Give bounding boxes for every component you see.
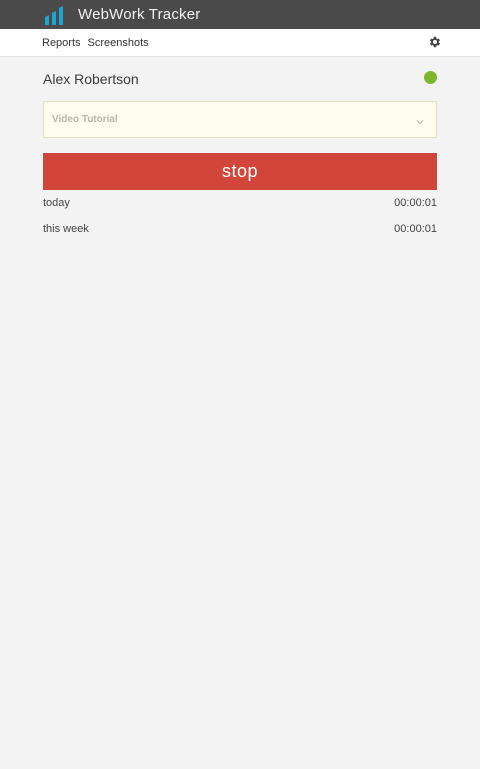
stat-label: today bbox=[43, 197, 70, 209]
stat-value: 00:00:01 bbox=[394, 223, 437, 235]
menu-item-reports[interactable]: Reports bbox=[42, 37, 81, 49]
project-select[interactable]: Video Tutorial bbox=[43, 101, 437, 138]
menu-bar: Reports Screenshots bbox=[0, 29, 480, 57]
user-row: Alex Robertson bbox=[43, 57, 437, 101]
stop-button[interactable]: stop bbox=[43, 153, 437, 190]
stat-row-today: today 00:00:01 bbox=[43, 190, 437, 216]
title-bar: WebWork Tracker bbox=[0, 0, 480, 29]
gear-icon[interactable] bbox=[428, 35, 442, 49]
project-selected-value: Video Tutorial bbox=[52, 114, 118, 125]
main-content: Alex Robertson Video Tutorial stop today… bbox=[0, 57, 480, 242]
webwork-logo-icon bbox=[44, 5, 66, 25]
chevron-down-icon bbox=[415, 114, 425, 125]
app-title: WebWork Tracker bbox=[78, 6, 201, 23]
user-name: Alex Robertson bbox=[43, 71, 139, 87]
stat-label: this week bbox=[43, 223, 89, 235]
stat-row-this-week: this week 00:00:01 bbox=[43, 216, 437, 242]
online-status-indicator bbox=[424, 71, 437, 84]
menu-item-screenshots[interactable]: Screenshots bbox=[88, 37, 149, 49]
stat-value: 00:00:01 bbox=[394, 197, 437, 209]
